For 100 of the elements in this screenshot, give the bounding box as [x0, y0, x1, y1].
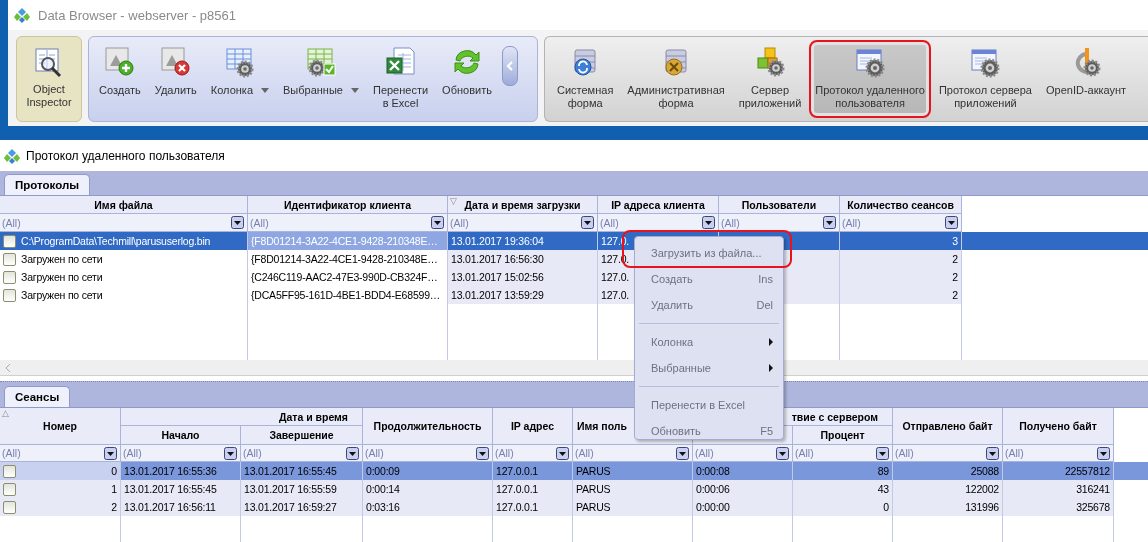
header-label: IP адреса клиента	[611, 198, 705, 211]
filter-field[interactable]: (All)	[121, 445, 241, 462]
filter-field[interactable]: (All)	[493, 445, 573, 462]
app-icon	[4, 147, 20, 164]
filter-field[interactable]: (All)	[248, 214, 448, 232]
checkbox[interactable]	[3, 270, 16, 284]
column-header[interactable]: Отправлено байт	[893, 408, 1003, 445]
caret-icon	[261, 88, 269, 93]
dropdown-icon	[702, 216, 715, 229]
filter-field[interactable]: (All)	[0, 214, 248, 232]
dropdown-icon	[1097, 446, 1110, 460]
checkbox[interactable]	[3, 288, 16, 302]
filter-field[interactable]: (All)	[573, 445, 693, 462]
checkbox[interactable]	[3, 464, 16, 478]
filter-field[interactable]: (All)	[840, 214, 962, 232]
toolbar-button[interactable]: Удалить	[148, 40, 203, 118]
table-cell: 122002	[893, 480, 1003, 498]
cubes-gear-icon	[754, 46, 787, 78]
filter-field[interactable]: (All)	[363, 445, 493, 462]
tab[interactable]: Сеансы	[4, 386, 71, 407]
column-header[interactable]: Продолжительность	[363, 408, 493, 445]
table-cell: 13.01.2017 16:56:30	[448, 250, 598, 268]
menu-item[interactable]: Колонка	[637, 329, 781, 355]
checkbox[interactable]	[3, 252, 16, 266]
cell-text: Загружен по сети	[21, 253, 103, 265]
table-cell: 316241	[1003, 480, 1114, 498]
column-header[interactable]: ▽ Дата и время загрузки	[448, 196, 598, 214]
filter-field[interactable]: (All)	[719, 214, 840, 232]
table-cell: {F8D01214-3A22-4CE1-9428-210348E…	[248, 250, 448, 268]
table-cell: 0:00:14	[363, 480, 493, 498]
sort-indicator: △	[2, 408, 9, 418]
filter-field[interactable]: (All)	[241, 445, 363, 462]
column-header[interactable]: Имя файла	[0, 196, 248, 214]
column-header[interactable]: △ Номер	[0, 408, 121, 445]
table-cell: {DCA5FF95-161D-4BE1-BDD4-E68599…	[248, 286, 448, 304]
dropdown-icon	[231, 216, 244, 229]
table-cell: 25088	[893, 462, 1003, 480]
dropdown-icon	[676, 446, 689, 460]
column-header[interactable]: IP адреса клиента	[598, 196, 719, 214]
window-gear-icon	[969, 46, 1002, 78]
toolbar-button[interactable]: Создать	[93, 40, 147, 118]
toolbar-button[interactable]: Административная форма	[621, 40, 731, 118]
toolbar-button[interactable]: OpenID-аккаунт	[1039, 40, 1133, 118]
table-cell: 0:00:06	[693, 480, 793, 498]
header-label: Отправлено байт	[902, 420, 993, 432]
column-header[interactable]: Процент	[793, 426, 893, 445]
toolbar-button[interactable]: Перенести в Excel	[366, 40, 435, 118]
sort-indicator: ▽	[450, 196, 457, 206]
column-header[interactable]: Начало	[121, 426, 241, 445]
header-label: Идентификатор клиента	[283, 198, 412, 211]
checkbox[interactable]	[3, 500, 16, 514]
table-cell: PARUS	[573, 498, 693, 516]
collapse-button[interactable]	[501, 46, 518, 86]
cell-text: 2	[111, 501, 117, 513]
column-header[interactable]: Получено байт	[1003, 408, 1114, 445]
checkbox[interactable]	[3, 482, 16, 496]
caret-icon	[350, 88, 359, 93]
dropdown-icon	[581, 216, 594, 229]
table-cell: 13.01.2017 19:36:04	[448, 232, 598, 250]
column-header[interactable]: IP адрес	[493, 408, 573, 445]
filter-field[interactable]: (All)	[598, 214, 719, 232]
table-cell: 0:00:09	[363, 462, 493, 480]
cell-text: Загружен по сети	[21, 271, 103, 283]
toolbar-button[interactable]: Обновить	[436, 40, 498, 118]
toolbar-button[interactable]: Системная форма	[551, 40, 620, 118]
table-cell: 13.01.2017 16:55:59	[241, 480, 363, 498]
checkbox[interactable]	[3, 234, 16, 248]
table-cell: 13.01.2017 16:55:45	[241, 462, 363, 480]
dropdown-icon	[104, 446, 117, 460]
toolbar-button[interactable]: Сервер приложений	[732, 40, 808, 118]
column-group-header: Дата и время	[121, 408, 363, 426]
filter-field[interactable]: (All)	[793, 445, 893, 462]
table-cell: 89	[793, 462, 893, 480]
table-cell: 22557812	[1003, 462, 1114, 480]
table-cell: 0:00:08	[693, 462, 793, 480]
toolbar-button[interactable]: Протокол удаленного пользователя	[809, 40, 931, 118]
toolbar-button[interactable]: Протокол сервера приложений	[932, 40, 1038, 118]
header-label: Дата и время загрузки	[464, 198, 581, 211]
filter-field[interactable]: (All)	[693, 445, 793, 462]
window-title: Data Browser - webserver - p8561	[38, 7, 236, 23]
filter-field[interactable]: (All)	[1003, 445, 1114, 462]
table-cell: 13.01.2017 13:59:29	[448, 286, 598, 304]
tab[interactable]: Протоколы	[4, 174, 90, 195]
column-header[interactable]: Количество сеансов	[840, 196, 962, 214]
table-cell: {C246C119-AAC2-47E3-990D-CB324F…	[248, 268, 448, 286]
table-cell: 2	[840, 250, 962, 268]
toolbar-button[interactable]: Выбранные	[277, 40, 365, 118]
filter-field[interactable]: (All)	[448, 214, 598, 232]
window-gear-icon	[854, 46, 887, 78]
header-label: Получено байт	[1019, 420, 1097, 432]
filter-field[interactable]: (All)	[893, 445, 1003, 462]
toolbar-button[interactable]: Object Inspector	[16, 36, 82, 122]
toolbar-button[interactable]: Колонка	[204, 40, 275, 118]
column-header[interactable]: Завершение	[241, 426, 363, 445]
filter-field[interactable]: (All)	[0, 445, 121, 462]
table-cell: 43	[793, 480, 893, 498]
shape-cross-icon	[159, 46, 192, 78]
column-header[interactable]: Идентификатор клиента	[248, 196, 448, 214]
column-header[interactable]: Пользователи	[719, 196, 840, 214]
menu-item[interactable]: Выбранные	[637, 355, 781, 381]
